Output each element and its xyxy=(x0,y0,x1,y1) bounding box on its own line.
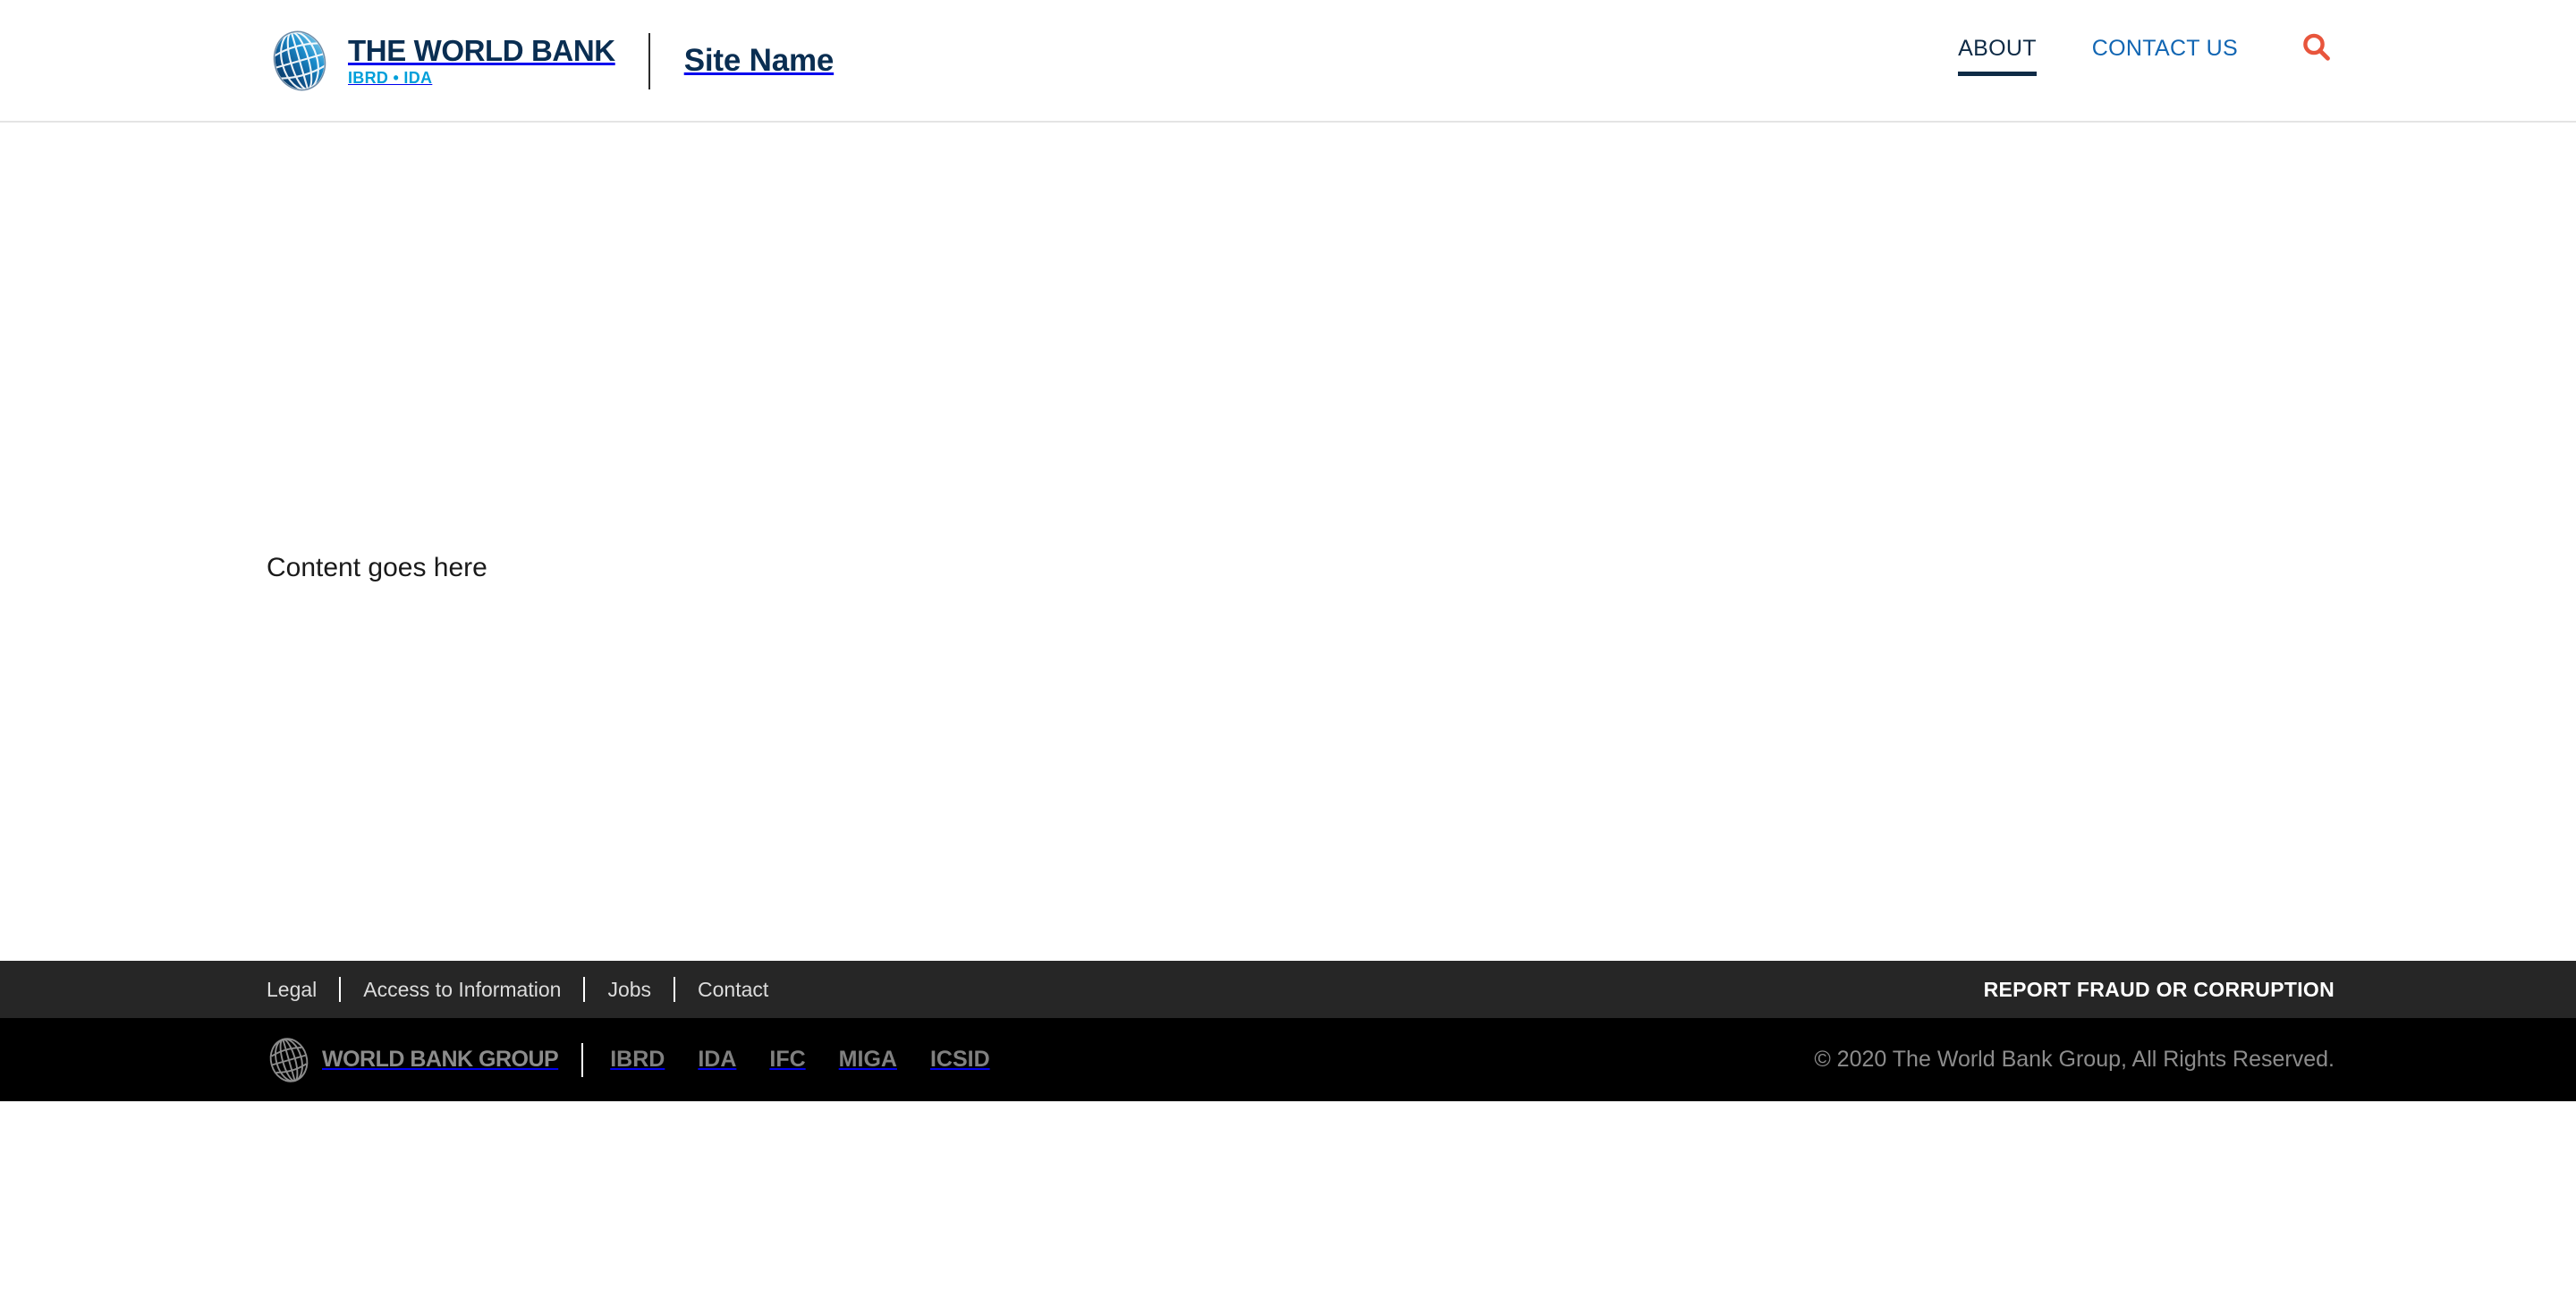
search-button[interactable] xyxy=(2301,31,2333,64)
wordmark-main: THE WORLD BANK xyxy=(348,33,615,67)
footer-brand-divider xyxy=(581,1042,584,1077)
brand-divider xyxy=(648,32,650,89)
footer-link-separator xyxy=(674,977,676,1002)
nav-item-about[interactable]: ABOUT xyxy=(1958,36,2037,76)
main-navigation: ABOUT CONTACT US xyxy=(1958,33,2333,89)
main-content: Content goes here xyxy=(0,123,2576,961)
footer-link-miga[interactable]: MIGA xyxy=(839,1047,897,1073)
copyright-text: © 2020 The World Bank Group, All Rights … xyxy=(1814,1047,2334,1072)
world-bank-globe-icon xyxy=(267,28,333,94)
footer-link-separator xyxy=(583,977,586,1002)
wordmark-sub: IBRD • IDA xyxy=(348,68,433,87)
footer-link-ifc[interactable]: IFC xyxy=(769,1047,805,1073)
footer-link-icsid[interactable]: ICSID xyxy=(930,1047,990,1073)
wordmark-group: THE WORLD BANK IBRD • IDA xyxy=(348,34,615,88)
brand-logo-link[interactable]: THE WORLD BANK IBRD • IDA Site Name xyxy=(267,16,834,106)
search-icon xyxy=(2303,33,2330,61)
world-bank-group-logo-link[interactable]: WORLD BANK GROUP IBRD IDA IFC MIGA ICSID xyxy=(265,1018,990,1101)
content-placeholder-text: Content goes here xyxy=(267,553,487,582)
world-bank-group-globe-icon xyxy=(269,1037,309,1082)
nav-item-contact-us[interactable]: CONTACT US xyxy=(2092,36,2238,76)
footer-link-ida[interactable]: IDA xyxy=(698,1047,736,1073)
footer-bottom-bar: WORLD BANK GROUP IBRD IDA IFC MIGA ICSID… xyxy=(0,1018,2576,1101)
footer-links-group: Legal Access to Information Jobs Contact xyxy=(267,961,768,1018)
header-inner: THE WORLD BANK IBRD • IDA Site Name ABOU… xyxy=(0,0,2576,121)
site-header: THE WORLD BANK IBRD • IDA Site Name ABOU… xyxy=(0,0,2576,123)
footer-link-access-to-information[interactable]: Access to Information xyxy=(363,978,561,1002)
page-root: THE WORLD BANK IBRD • IDA Site Name ABOU… xyxy=(0,0,2576,1290)
footer-link-legal[interactable]: Legal xyxy=(267,978,317,1002)
site-name-title: Site Name xyxy=(683,43,835,78)
report-fraud-link[interactable]: REPORT FRAUD OR CORRUPTION xyxy=(1984,961,2334,1018)
footer-link-ibrd[interactable]: IBRD xyxy=(610,1047,665,1073)
world-bank-group-wordmark: WORLD BANK GROUP xyxy=(322,1047,559,1072)
footer-link-separator xyxy=(339,977,342,1002)
footer-link-contact[interactable]: Contact xyxy=(698,978,768,1002)
footer-links-bar: Legal Access to Information Jobs Contact… xyxy=(0,961,2576,1018)
footer-link-jobs[interactable]: Jobs xyxy=(607,978,651,1002)
